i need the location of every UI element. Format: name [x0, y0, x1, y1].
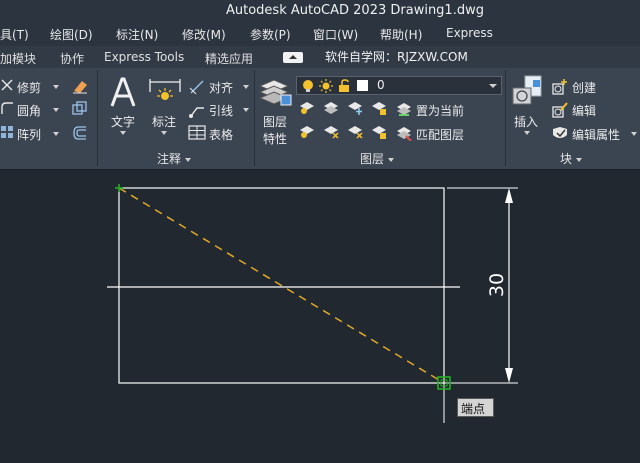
snap-tooltip: 端点 — [457, 398, 494, 417]
menu-parametric[interactable]: 参数(P) — [250, 26, 291, 43]
ribbon-tab-row: 加模块 协作 Express Tools 精选应用 — [0, 46, 640, 68]
layer-tools-row-1[interactable] — [298, 100, 394, 116]
drawing-canvas[interactable]: 30 — [0, 171, 640, 463]
watermark-text: 软件自学网：RJZXW.COM — [325, 50, 468, 64]
chevron-down-icon — [576, 157, 583, 162]
dimension-tool-icon[interactable] — [148, 78, 182, 108]
layer-lock-icon — [372, 102, 386, 115]
dimension-text[interactable]: 30 — [486, 273, 508, 297]
chevron-down-icon — [185, 157, 192, 162]
block-panel-title[interactable]: 块 — [560, 150, 583, 167]
tab-collaborate[interactable]: 协作 — [60, 50, 84, 67]
trim-button[interactable]: 修剪 — [17, 79, 41, 96]
menu-tools[interactable]: 具(T) — [0, 26, 29, 43]
chevron-down-icon[interactable] — [631, 132, 637, 136]
chevron-down-icon[interactable] — [53, 85, 59, 89]
tab-express-tools[interactable]: Express Tools — [104, 50, 184, 64]
align-button[interactable]: 对齐 — [209, 79, 233, 96]
dimension-button[interactable]: 标注 — [152, 113, 176, 130]
chevron-down-icon — [388, 157, 395, 162]
layer-tools-row-2[interactable] — [298, 124, 394, 140]
text-button[interactable]: 文字 — [111, 113, 135, 130]
chevron-down-icon[interactable] — [53, 132, 59, 136]
create-block-button[interactable]: 创建 — [572, 79, 596, 96]
annotation-panel-title[interactable]: 注释 — [157, 150, 192, 167]
leader-icon[interactable] — [188, 101, 206, 119]
layer-thaw-icon — [348, 126, 363, 139]
layer-color-swatch — [357, 80, 368, 91]
set-current-button[interactable]: 置为当前 — [416, 102, 464, 119]
menu-draw[interactable]: 绘图(D) — [50, 26, 93, 43]
menu-modify[interactable]: 修改(M) — [182, 26, 226, 43]
menu-dimension[interactable]: 标注(N) — [116, 26, 158, 43]
layer-off-icon — [300, 102, 314, 114]
chevron-down-icon[interactable] — [53, 108, 59, 112]
leader-button[interactable]: 引线 — [209, 102, 233, 119]
window-title: Autodesk AutoCAD 2023 Drawing1.dwg — [226, 3, 484, 18]
array-button[interactable]: 阵列 — [17, 126, 41, 143]
layer-unlock-icon — [372, 126, 386, 139]
fillet-button[interactable]: 圆角 — [17, 102, 41, 119]
insert-block-icon[interactable] — [511, 74, 547, 110]
lightbulb-icon — [303, 80, 313, 92]
start-point-marker — [115, 184, 123, 192]
aligned-dimension-icon[interactable] — [188, 78, 206, 96]
layer-on-icon — [300, 126, 314, 138]
title-bar: Autodesk AutoCAD 2023 Drawing1.dwg 具(T) … — [0, 0, 640, 46]
sun-icon — [319, 79, 333, 93]
chevron-down-icon — [489, 84, 497, 88]
eraser-icon[interactable] — [71, 77, 89, 95]
menu-window[interactable]: 窗口(W) — [313, 26, 358, 43]
layer-properties-icon[interactable] — [258, 76, 292, 108]
offset-icon[interactable] — [71, 124, 89, 142]
trim-icon[interactable] — [0, 78, 14, 92]
chevron-down-icon[interactable] — [161, 131, 167, 135]
panel-separator — [505, 70, 506, 166]
menu-express[interactable]: Express — [446, 26, 493, 40]
unlock-icon — [339, 79, 349, 92]
array-icon[interactable] — [0, 125, 14, 139]
table-icon[interactable] — [188, 125, 206, 141]
chevron-down-icon[interactable] — [120, 131, 126, 135]
triangle-up-icon — [289, 55, 297, 59]
layer-isolate-icon — [324, 102, 338, 114]
edit-block-icon[interactable] — [551, 101, 569, 119]
chevron-down-icon[interactable] — [243, 85, 249, 89]
table-button[interactable]: 表格 — [209, 126, 233, 143]
copy-icon[interactable] — [71, 100, 89, 118]
set-current-layer-icon[interactable] — [396, 101, 412, 117]
layer-dropdown[interactable]: 0 — [296, 76, 502, 95]
fillet-icon[interactable] — [0, 101, 14, 115]
menu-help[interactable]: 帮助(H) — [380, 26, 422, 43]
dimension-arrow-down — [505, 368, 513, 383]
layer-properties-label-2[interactable]: 特性 — [263, 130, 287, 147]
text-tool-icon[interactable] — [108, 76, 138, 110]
edit-attributes-icon[interactable] — [551, 125, 569, 143]
chevron-down-icon[interactable] — [243, 108, 249, 112]
tab-addins[interactable]: 加模块 — [0, 50, 36, 67]
current-layer-value: 0 — [377, 78, 385, 92]
panel-separator — [254, 70, 255, 166]
edit-attributes-button[interactable]: 编辑属性 — [572, 126, 620, 143]
rubber-band-line — [118, 187, 445, 384]
edit-block-button[interactable]: 编辑 — [572, 102, 596, 119]
tab-overflow-button[interactable] — [283, 52, 303, 63]
match-layer-button[interactable]: 匹配图层 — [416, 126, 464, 143]
tab-featured-apps[interactable]: 精选应用 — [205, 50, 253, 67]
panel-separator — [97, 70, 98, 166]
layer-unisolate-icon — [324, 126, 339, 139]
dimension-arrow-up — [505, 188, 513, 203]
layer-properties-label-1[interactable]: 图层 — [263, 113, 287, 130]
layer-freeze-icon — [348, 102, 362, 115]
match-layer-icon[interactable] — [396, 125, 412, 141]
create-block-icon[interactable] — [551, 78, 569, 96]
chevron-down-icon[interactable] — [524, 131, 530, 135]
layers-panel-title[interactable]: 图层 — [360, 150, 395, 167]
insert-button[interactable]: 插入 — [514, 113, 538, 130]
